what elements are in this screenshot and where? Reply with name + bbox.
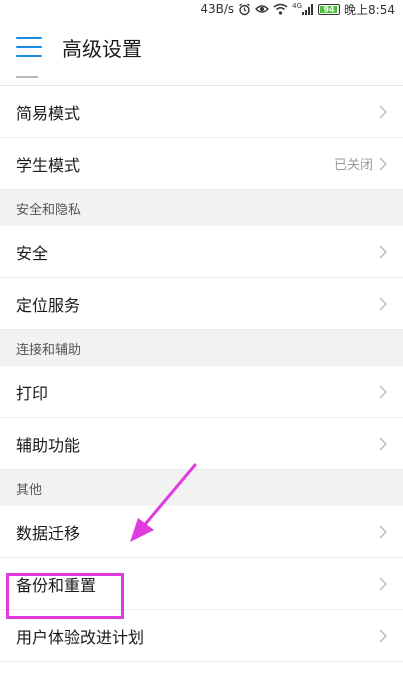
student-mode-status: 已关闭: [333, 158, 373, 173]
wifi-icon: [273, 2, 288, 16]
list-item-user-experience[interactable]: 用户体验改进计划: [0, 610, 403, 662]
status-bar: 43B/s 4G 94 晚上8:54: [0, 0, 403, 18]
list-item-label: 学生模式: [16, 155, 81, 175]
section-header-security: 安全和隐私: [0, 190, 403, 226]
list-item-label: 辅助功能: [16, 435, 81, 455]
battery-icon: 94: [318, 3, 341, 15]
chevron-right-icon: [379, 628, 387, 643]
list-item-accessibility[interactable]: 辅助功能: [0, 418, 403, 470]
page-title: 高级设置: [62, 36, 142, 61]
chevron-right-icon: [379, 296, 387, 311]
eye-icon: [255, 2, 270, 16]
app-bar: 高级设置: [0, 18, 403, 76]
list-item-security[interactable]: 安全: [0, 226, 403, 278]
list-item-data-migration[interactable]: 数据迁移: [0, 506, 403, 558]
chevron-right-icon: [379, 524, 387, 539]
list-item-label: 用户体验改进计划: [16, 627, 145, 647]
chevron-right-icon: [379, 156, 387, 171]
network-speed: 43B/s: [200, 2, 235, 16]
chevron-right-icon: [379, 384, 387, 399]
list-item-student-mode[interactable]: 学生模式 已关闭: [0, 138, 403, 190]
battery-level: 94: [323, 4, 335, 14]
list-item-location[interactable]: 定位服务: [0, 278, 403, 330]
chevron-right-icon: [379, 244, 387, 259]
clock: 晚上8:54: [344, 2, 395, 17]
signal-type-label: 4G: [292, 2, 303, 10]
list-item-label: 备份和重置: [16, 575, 97, 595]
screen: 43B/s 4G 94 晚上8:54 高级设置 简易模式 学生模式 已关闭 安全…: [0, 0, 403, 675]
alarm-icon: [238, 2, 251, 16]
list-item-label: 数据迁移: [16, 523, 81, 543]
list-item-label: 打印: [16, 383, 49, 403]
list-item-label: 安全: [16, 243, 49, 263]
chevron-right-icon: [379, 436, 387, 451]
list-item-label: 简易模式: [16, 103, 81, 123]
partial-list-item: [0, 76, 403, 86]
chevron-right-icon: [379, 104, 387, 119]
section-header-connect: 连接和辅助: [0, 330, 403, 366]
list-item-label: 定位服务: [16, 295, 81, 315]
list-item-backup-reset[interactable]: 备份和重置: [0, 558, 403, 610]
list-item-print[interactable]: 打印: [0, 366, 403, 418]
chevron-right-icon: [379, 576, 387, 591]
signal-icon: 4G: [292, 2, 314, 16]
hamburger-menu-icon[interactable]: [16, 37, 42, 57]
section-header-other: 其他: [0, 470, 403, 506]
list-item-simple-mode[interactable]: 简易模式: [0, 86, 403, 138]
